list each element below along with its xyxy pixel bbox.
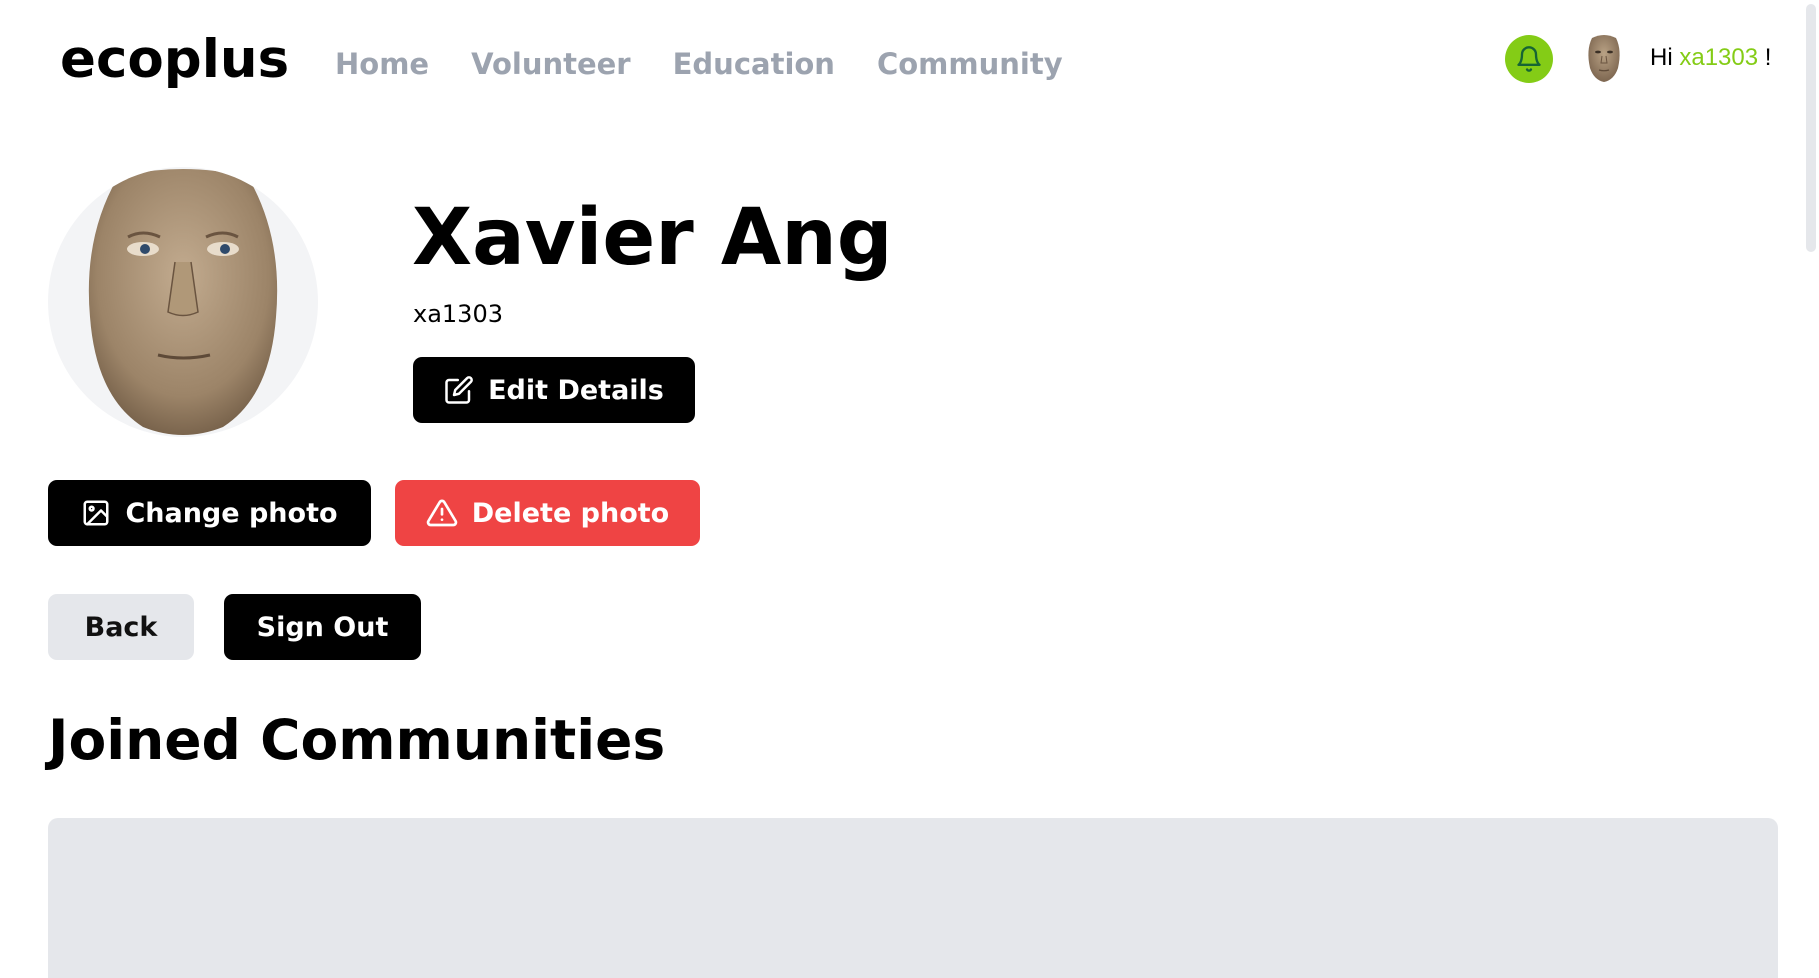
nav-education[interactable]: Education — [673, 46, 835, 82]
main-nav: Home Volunteer Education Community — [335, 46, 1063, 82]
greeting-suffix: ! — [1758, 44, 1772, 71]
nav-volunteer[interactable]: Volunteer — [471, 46, 631, 82]
change-photo-button[interactable]: Change photo — [48, 480, 371, 546]
edit-details-button[interactable]: Edit Details — [413, 357, 695, 423]
communities-panel — [48, 818, 1778, 978]
site-logo[interactable]: ecoplus — [60, 28, 289, 92]
greeting-prefix: Hi — [1650, 44, 1680, 71]
top-header: ecoplus Home Volunteer Education Communi… — [0, 0, 1819, 120]
user-greeting: Hi xa1303 ! — [1650, 42, 1771, 74]
profile-photo — [48, 167, 318, 437]
scrollbar-thumb[interactable] — [1806, 4, 1816, 252]
header-avatar[interactable] — [1580, 32, 1628, 84]
joined-communities-heading: Joined Communities — [48, 708, 666, 772]
change-photo-label: Change photo — [125, 497, 338, 529]
nav-home[interactable]: Home — [335, 46, 429, 82]
greeting-username[interactable]: xa1303 — [1679, 44, 1758, 71]
delete-photo-button[interactable]: Delete photo — [395, 480, 700, 546]
warning-icon — [426, 499, 458, 527]
delete-photo-label: Delete photo — [471, 497, 670, 529]
edit-icon — [445, 376, 473, 404]
sign-out-button[interactable]: Sign Out — [224, 594, 421, 660]
nav-community[interactable]: Community — [877, 46, 1063, 82]
back-button[interactable]: Back — [48, 594, 194, 660]
image-icon — [83, 500, 109, 526]
profile-username: xa1303 — [413, 300, 503, 328]
profile-face-image — [88, 169, 278, 435]
edit-details-label: Edit Details — [488, 374, 664, 406]
bell-icon — [1517, 46, 1541, 72]
profile-full-name: Xavier Ang — [412, 193, 893, 283]
notification-button[interactable] — [1505, 35, 1553, 83]
avatar-face-icon — [1588, 35, 1620, 82]
